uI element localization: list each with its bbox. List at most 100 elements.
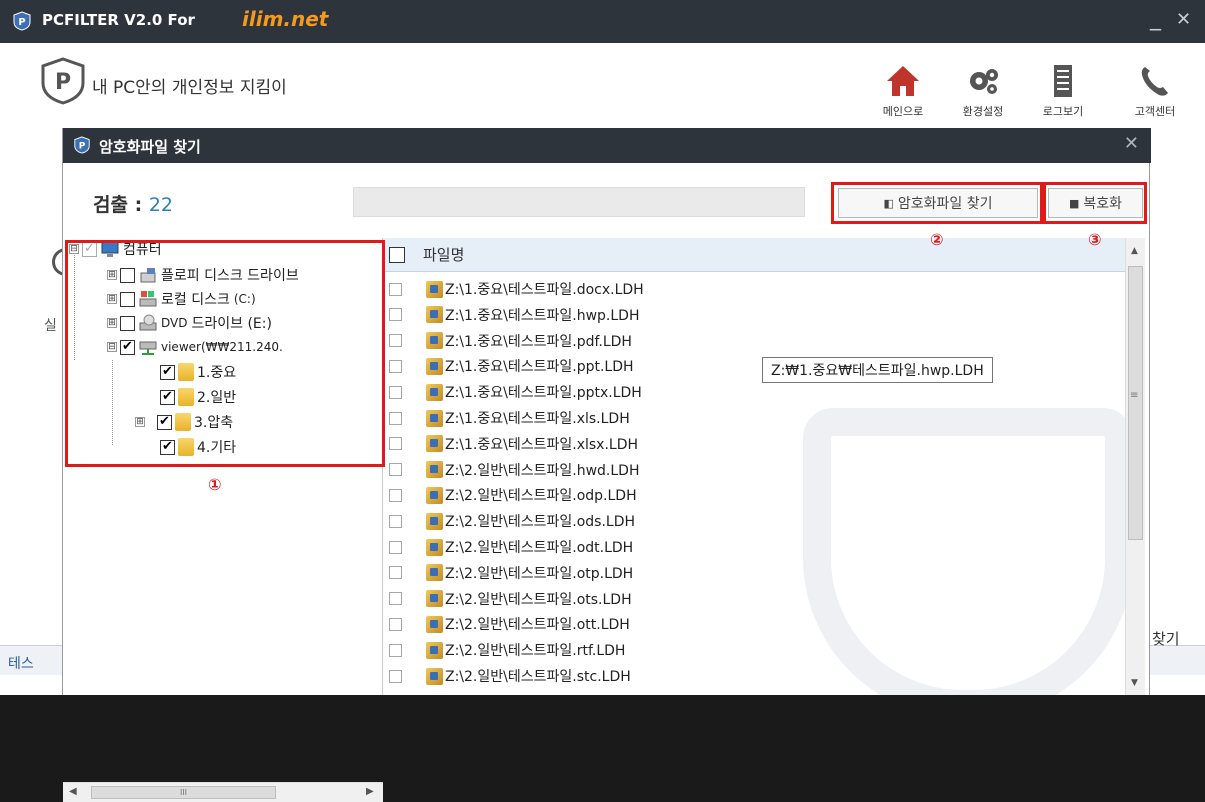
minimize-button[interactable]: _ — [1150, 6, 1161, 31]
nav-settings-button[interactable]: 환경설정 — [948, 61, 1018, 119]
background-find-button[interactable]: 찾기 — [1152, 628, 1180, 649]
dialog-logo-icon: P — [74, 136, 90, 154]
main-window-right-area — [1150, 128, 1205, 695]
nav-support-button[interactable]: 고객센터 — [1120, 61, 1190, 119]
svg-text:P: P — [18, 17, 25, 28]
encrypted-file-icon — [426, 461, 443, 479]
log-icon — [1054, 65, 1072, 97]
file-row[interactable]: Z:\1.중요\테스트파일.pptx.LDH — [383, 379, 1125, 405]
home-icon — [887, 66, 919, 96]
file-name: Z:\2.일반\테스트파일.rtf.LDH — [445, 643, 626, 660]
dialog-title: 암호화파일 찾기 — [99, 138, 201, 156]
file-row[interactable]: Z:\1.중요\테스트파일.docx.LDH — [383, 276, 1125, 302]
pcfilter-logo-icon: P — [13, 11, 31, 31]
file-row[interactable]: Z:\2.일반\테스트파일.rtf.LDH — [383, 637, 1125, 663]
detected-count: 검출 : 22 — [93, 194, 173, 216]
callout-box-find-button — [831, 182, 1043, 224]
encrypted-file-icon — [426, 409, 443, 427]
dialog-titlebar: P 암호화파일 찾기 ✕ — [63, 128, 1151, 163]
main-window-left-area — [0, 128, 62, 695]
file-checkbox[interactable] — [389, 282, 402, 296]
file-row[interactable]: Z:\2.일반\테스트파일.ods.LDH — [383, 508, 1125, 534]
file-name: Z:\2.일반\테스트파일.hwd.LDH — [445, 462, 640, 479]
file-row[interactable]: Z:\2.일반\테스트파일.hwd.LDH — [383, 457, 1125, 483]
file-row[interactable]: Z:\1.중요\테스트파일.xls.LDH — [383, 405, 1125, 431]
file-row[interactable]: Z:\1.중요\테스트파일.xlsx.LDH — [383, 431, 1125, 457]
nav-main-label: 메인으로 — [882, 105, 924, 118]
file-checkbox[interactable] — [389, 463, 402, 477]
file-checkbox[interactable] — [389, 514, 402, 528]
encrypted-file-icon — [426, 564, 443, 582]
file-checkbox[interactable] — [389, 643, 402, 657]
tree-horizontal-scrollbar[interactable]: ◀ III ▶ — [63, 782, 383, 802]
scroll-grip-icon: ≡ — [1130, 390, 1139, 401]
file-list-vertical-scrollbar[interactable]: ▲ ≡ ▼ — [1125, 238, 1145, 695]
file-row[interactable]: Z:\2.일반\테스트파일.otp.LDH — [383, 560, 1125, 586]
file-name: Z:\2.일반\테스트파일.odt.LDH — [445, 540, 634, 556]
scroll-right-arrow-icon[interactable]: ▶ — [366, 786, 374, 797]
select-all-checkbox[interactable] — [389, 246, 405, 263]
file-checkbox[interactable] — [389, 334, 402, 348]
encrypted-file-icon — [426, 512, 443, 530]
file-name: Z:\1.중요\테스트파일.ppt.LDH — [445, 359, 634, 376]
file-checkbox[interactable] — [389, 385, 402, 399]
encrypted-file-icon — [426, 667, 443, 685]
encrypted-file-icon — [426, 383, 443, 401]
background-bottom-link[interactable]: 테스 — [8, 653, 34, 673]
file-checkbox[interactable] — [389, 488, 402, 502]
file-list-header: 파일명 — [383, 238, 1125, 272]
scroll-up-arrow-icon[interactable]: ▲ — [1131, 246, 1138, 256]
app-close-button[interactable]: ✕ — [1176, 9, 1191, 30]
encrypted-file-icon — [426, 332, 443, 350]
callout-number-2: ② — [930, 230, 944, 249]
detected-count-value: 22 — [148, 194, 173, 216]
file-name: Z:\2.일반\테스트파일.odp.LDH — [445, 488, 637, 505]
file-name: Z:\1.중요\테스트파일.pdf.LDH — [445, 333, 632, 350]
file-row[interactable]: Z:\2.일반\테스트파일.stc.LDH — [383, 663, 1125, 689]
encrypted-file-icon — [426, 357, 443, 375]
callout-number-1: ① — [208, 475, 222, 494]
file-checkbox[interactable] — [389, 669, 402, 683]
encrypted-file-icon — [426, 280, 443, 298]
file-checkbox[interactable] — [389, 617, 402, 631]
file-name: Z:\2.일반\테스트파일.ods.LDH — [445, 514, 636, 531]
scroll-down-arrow-icon[interactable]: ▼ — [1131, 678, 1138, 688]
file-name: Z:\1.중요\테스트파일.xls.LDH — [445, 411, 630, 427]
file-checkbox[interactable] — [389, 308, 402, 322]
file-name: Z:\1.중요\테스트파일.hwp.LDH — [445, 307, 640, 324]
file-row[interactable]: Z:\2.일반\테스트파일.ott.LDH — [383, 611, 1125, 637]
file-row[interactable]: Z:\1.중요\테스트파일.ppt.LDH — [383, 353, 1125, 379]
file-checkbox[interactable] — [389, 411, 402, 425]
file-checkbox[interactable] — [389, 540, 402, 554]
scroll-left-arrow-icon[interactable]: ◀ — [69, 786, 77, 797]
encrypted-file-icon — [426, 486, 443, 504]
tree-scroll-thumb[interactable]: III — [91, 786, 276, 799]
dialog-close-button[interactable]: ✕ — [1124, 133, 1139, 154]
encrypted-file-icon — [426, 590, 443, 608]
encrypted-file-icon — [426, 538, 443, 556]
file-row[interactable]: Z:\2.일반\테스트파일.odp.LDH — [383, 482, 1125, 508]
file-checkbox[interactable] — [389, 566, 402, 580]
file-checkbox[interactable] — [389, 359, 402, 373]
file-list-scroll-thumb[interactable] — [1128, 266, 1143, 540]
file-row[interactable]: Z:\2.일반\테스트파일.ots.LDH — [383, 586, 1125, 612]
svg-text:P: P — [79, 142, 86, 152]
app-tagline: 내 PC안의 개인정보 지킴이 — [92, 78, 287, 98]
file-name: Z:\2.일반\테스트파일.stc.LDH — [445, 669, 631, 685]
nav-settings-label: 환경설정 — [962, 105, 1004, 118]
file-checkbox[interactable] — [389, 437, 402, 451]
encrypted-file-icon — [426, 435, 443, 453]
file-checkbox[interactable] — [389, 592, 402, 606]
encrypted-file-icon — [426, 641, 443, 659]
file-name: Z:\2.일반\테스트파일.ott.LDH — [445, 617, 630, 634]
file-row[interactable]: Z:\1.중요\테스트파일.hwp.LDH — [383, 302, 1125, 328]
nav-log-button[interactable]: 로그보기 — [1028, 61, 1098, 119]
file-row[interactable]: Z:\1.중요\테스트파일.pdf.LDH — [383, 328, 1125, 354]
file-name: Z:\1.중요\테스트파일.docx.LDH — [445, 282, 644, 298]
file-row[interactable]: Z:\2.일반\테스트파일.odt.LDH — [383, 534, 1125, 560]
phone-icon — [1141, 67, 1168, 96]
nav-log-label: 로그보기 — [1042, 105, 1084, 118]
file-name: Z:\1.중요\테스트파일.pptx.LDH — [445, 385, 642, 402]
nav-main-button[interactable]: 메인으로 — [868, 61, 938, 119]
encrypted-file-search-dialog: P 암호화파일 찾기 ✕ 검출 : 22 ◧ 암호화파일 찾기 ■ 복호화 ⊟ … — [62, 128, 1151, 802]
